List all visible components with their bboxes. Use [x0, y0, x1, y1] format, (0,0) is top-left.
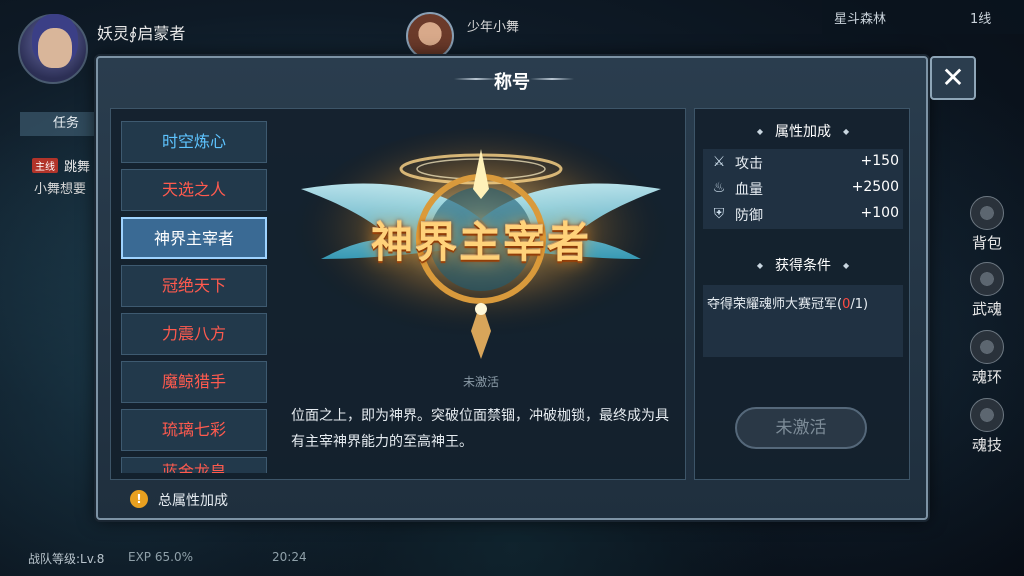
clock: 20:24 — [272, 550, 307, 564]
skill-icon — [970, 398, 1004, 432]
plant-icon — [970, 262, 1004, 296]
bag-button[interactable]: 背包 — [964, 196, 1010, 253]
attr-value: +150 — [860, 153, 899, 169]
partner-avatar[interactable] — [406, 12, 454, 60]
player-name: 妖灵∮启蒙者 — [97, 24, 186, 43]
martial-soul-button[interactable]: 武魂 — [964, 262, 1010, 319]
close-button[interactable]: ✕ — [930, 56, 976, 100]
title-item[interactable]: 时空炼心 — [121, 121, 267, 163]
attr-row-hp: ♨ 血量 +2500 — [707, 177, 899, 201]
partner-name: 少年小舞 — [467, 20, 520, 35]
map-line: 1线 — [970, 12, 992, 27]
condition-text: 夺得荣耀魂师大赛冠军(0/1) — [707, 297, 869, 312]
attr-header: 属性加成 — [695, 121, 911, 141]
soul-skill-label: 魂技 — [971, 436, 1002, 454]
potion-icon: ♨ — [712, 180, 726, 196]
title-item[interactable]: 蓝金龙皇 — [121, 457, 267, 473]
attr-row-defense: ⛨ 防御 +100 — [707, 203, 899, 227]
title-item[interactable]: 琉璃七彩 — [121, 409, 267, 451]
title-item[interactable]: 魔鲸猎手 — [121, 361, 267, 403]
soul-ring-button[interactable]: 魂环 — [964, 330, 1010, 387]
attr-name: 防御 — [735, 208, 763, 224]
attr-name: 攻击 — [735, 156, 763, 172]
map-name: 星斗森林 — [834, 12, 887, 27]
title-modal: 称号 时空炼心 天选之人 神界主宰者 冠绝天下 力震八方 魔鲸猎手 琉璃七彩 蓝… — [96, 56, 928, 520]
info-icon[interactable]: ! — [130, 490, 148, 508]
quest-desc: 小舞想要 — [34, 182, 87, 197]
attribute-panel: 属性加成 ⚔ 攻击 +150 ♨ 血量 +2500 ⛨ 防御 +100 获得条件… — [694, 108, 910, 480]
ring-icon — [970, 330, 1004, 364]
title-item-selected[interactable]: 神界主宰者 — [121, 217, 267, 259]
martial-soul-label: 武魂 — [971, 300, 1002, 318]
activate-button[interactable]: 未激活 — [735, 407, 867, 449]
activation-status: 未激活 — [462, 375, 499, 389]
team-level: 战队等级:Lv.8 — [28, 552, 105, 566]
emblem-title-text: 神界主宰者 — [370, 218, 591, 267]
attr-value: +100 — [860, 205, 899, 221]
attr-value: +2500 — [851, 179, 899, 195]
cond-header: 获得条件 — [695, 255, 911, 275]
attribute-list: ⚔ 攻击 +150 ♨ 血量 +2500 ⛨ 防御 +100 — [703, 149, 903, 229]
player-avatar[interactable] — [18, 14, 88, 84]
title-item[interactable]: 天选之人 — [121, 169, 267, 211]
title-list[interactable]: 时空炼心 天选之人 神界主宰者 冠绝天下 力震八方 魔鲸猎手 琉璃七彩 蓝金龙皇 — [121, 121, 267, 473]
sword-icon: ⚔ — [712, 154, 726, 170]
title-item[interactable]: 冠绝天下 — [121, 265, 267, 307]
bag-icon — [970, 196, 1004, 230]
shield-icon: ⛨ — [713, 206, 725, 222]
title-detail-panel: 时空炼心 天选之人 神界主宰者 冠绝天下 力震八方 魔鲸猎手 琉璃七彩 蓝金龙皇 — [110, 108, 686, 480]
attr-name: 血量 — [735, 182, 763, 198]
soul-skill-button[interactable]: 魂技 — [964, 398, 1010, 455]
title-decoration-right — [530, 78, 574, 80]
title-description: 位面之上，即为神界。突破位面禁锢，冲破枷锁，最终成为具有主宰神界能力的至高神王。 — [291, 408, 669, 450]
condition-box: 夺得荣耀魂师大赛冠军(0/1) — [703, 285, 903, 357]
quest-tag: 主线 — [32, 158, 58, 173]
modal-title: 称号 — [494, 72, 530, 93]
attr-row-attack: ⚔ 攻击 +150 — [707, 151, 899, 175]
title-emblem: 神界主宰者 — [281, 109, 681, 399]
title-item[interactable]: 力震八方 — [121, 313, 267, 355]
total-attr-link[interactable]: 总属性加成 — [158, 490, 228, 510]
bag-label: 背包 — [971, 234, 1002, 252]
exp-readout: EXP 65.0% — [128, 550, 193, 564]
quest-title[interactable]: 跳舞 — [64, 156, 90, 175]
soul-ring-label: 魂环 — [971, 368, 1002, 386]
